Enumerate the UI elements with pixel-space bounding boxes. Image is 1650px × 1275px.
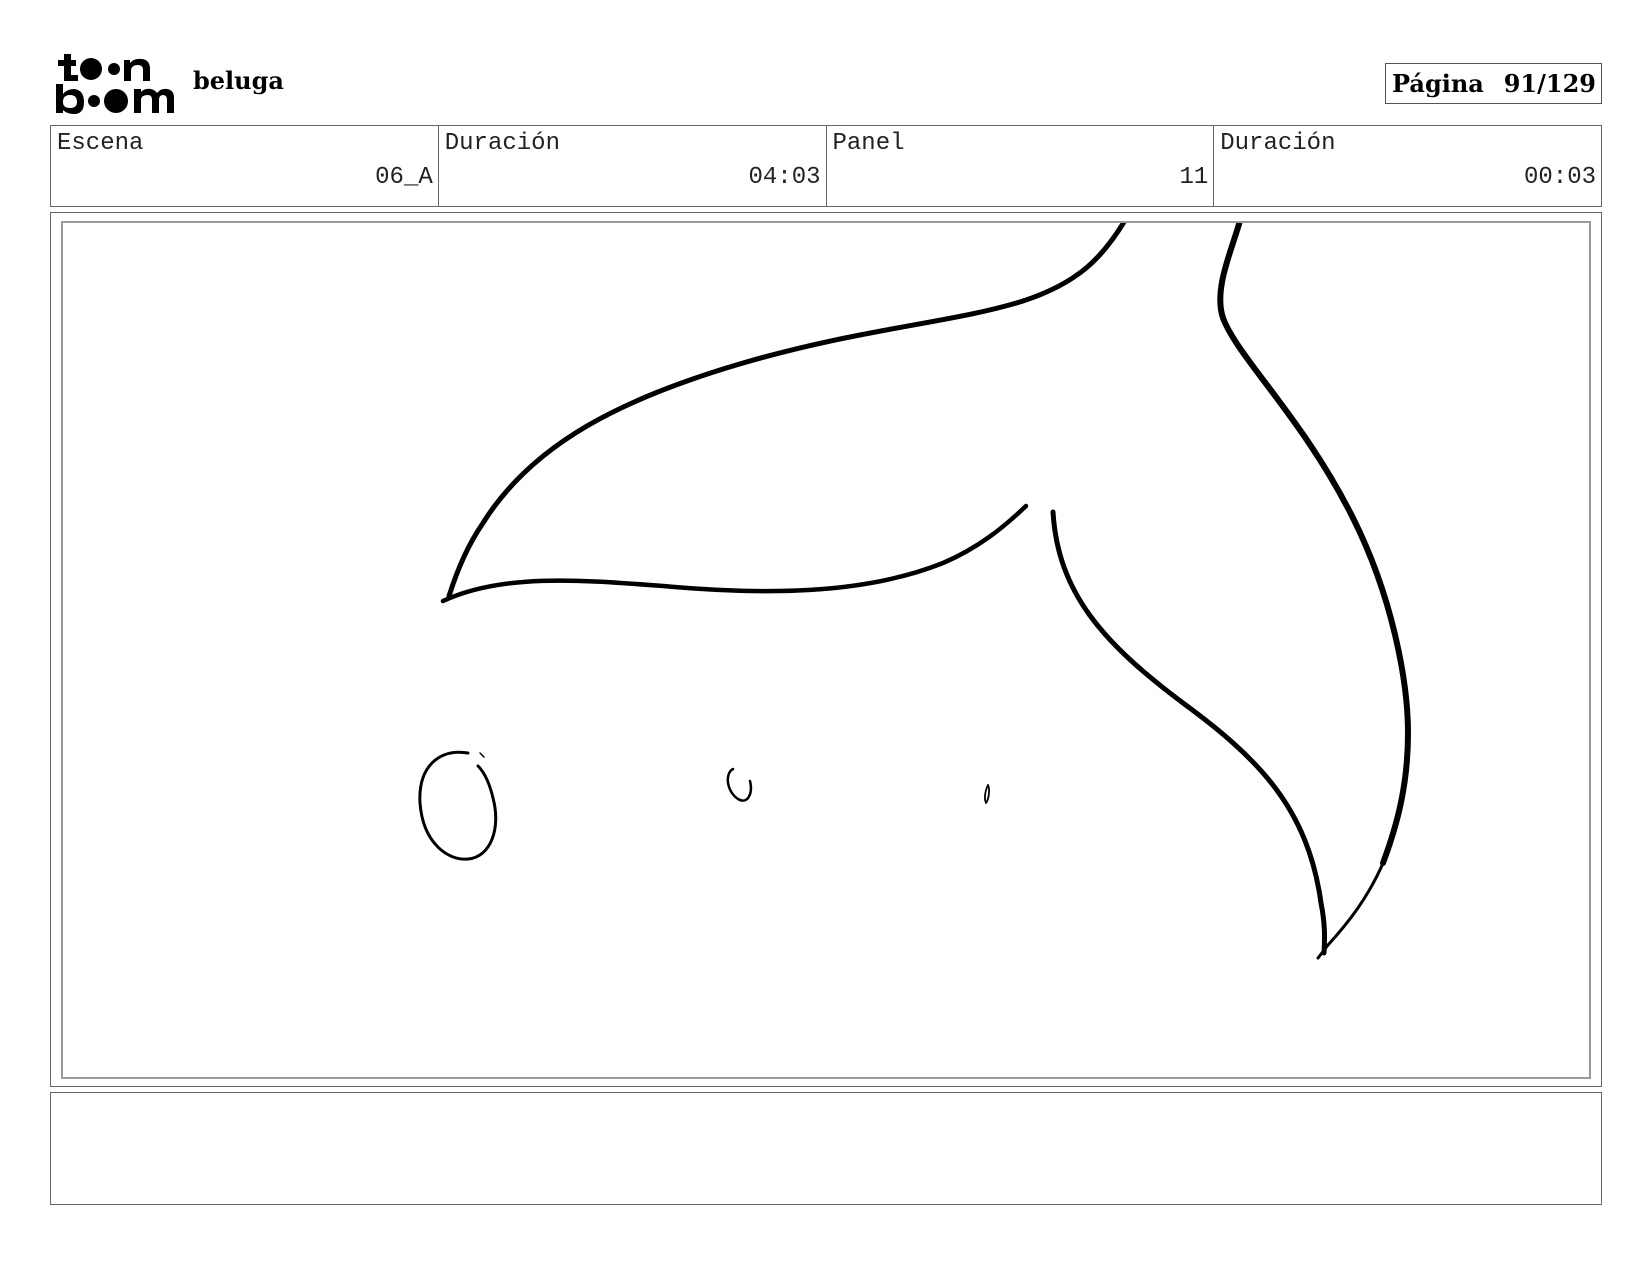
panel-label: Panel bbox=[832, 130, 905, 157]
fluke-tip-stroke bbox=[1316, 859, 1386, 960]
whale-tail-drawing bbox=[418, 223, 1411, 960]
panel-value: 11 bbox=[1179, 164, 1209, 191]
right-fluke-inner-stroke bbox=[1050, 509, 1328, 956]
panel-info-row: Escena 06_A Duración 04:03 Panel 11 Dura… bbox=[50, 125, 1602, 207]
panel-duration-value: 00:03 bbox=[1523, 164, 1596, 191]
project-title: beluga bbox=[193, 66, 284, 95]
small-bubble-stroke bbox=[984, 784, 990, 804]
page-number: 91/129 bbox=[1503, 69, 1596, 98]
notes-box bbox=[50, 1092, 1602, 1205]
large-bubble-highlight bbox=[479, 752, 485, 758]
scene-cell: Escena 06_A bbox=[51, 126, 439, 206]
left-fluke-upper-stroke bbox=[446, 223, 1127, 599]
scene-duration-label: Duración bbox=[444, 130, 560, 157]
scene-label: Escena bbox=[57, 130, 144, 157]
panel-duration-cell: Duración 00:03 bbox=[1214, 126, 1601, 206]
storyboard-panel-image bbox=[61, 221, 1591, 1079]
page-indicator: Página 91/129 bbox=[1385, 63, 1602, 104]
panel-duration-label: Duración bbox=[1220, 130, 1336, 157]
toonboom-logo bbox=[56, 54, 174, 114]
large-bubble-stroke bbox=[418, 750, 498, 861]
page-label: Página bbox=[1392, 69, 1484, 98]
panel-cell: Panel 11 bbox=[827, 126, 1215, 206]
scene-duration-cell: Duración 04:03 bbox=[439, 126, 827, 206]
right-fluke-outer-stroke bbox=[1217, 223, 1411, 866]
medium-bubble-stroke bbox=[726, 767, 753, 802]
scene-value: 06_A bbox=[375, 164, 433, 191]
scene-duration-value: 04:03 bbox=[748, 164, 821, 191]
left-fluke-lower-stroke bbox=[440, 503, 1029, 604]
